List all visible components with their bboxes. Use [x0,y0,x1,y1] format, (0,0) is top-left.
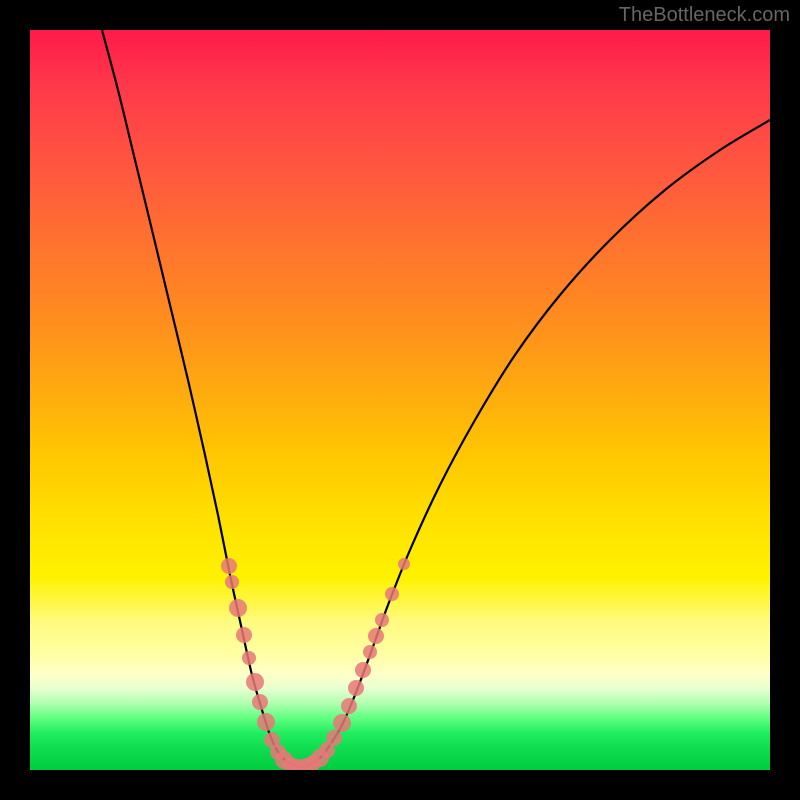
data-point [375,613,389,627]
data-point [385,587,399,601]
attribution-text: TheBottleneck.com [619,4,790,27]
data-dots [221,558,410,770]
data-point [229,599,247,617]
data-point [225,575,239,589]
chart-plot-area [30,30,770,770]
data-point [257,713,275,731]
data-point [368,628,384,644]
data-point [242,651,256,665]
data-point [236,627,252,643]
data-point [246,673,264,691]
data-point [355,662,371,678]
chart-svg [30,30,770,770]
data-point [341,698,357,714]
left-curve [102,30,300,767]
data-point [326,730,342,746]
data-point [348,680,364,696]
data-point [333,714,351,732]
data-point [252,694,268,710]
data-point [398,558,410,570]
data-point [221,558,237,574]
data-point [363,645,377,659]
